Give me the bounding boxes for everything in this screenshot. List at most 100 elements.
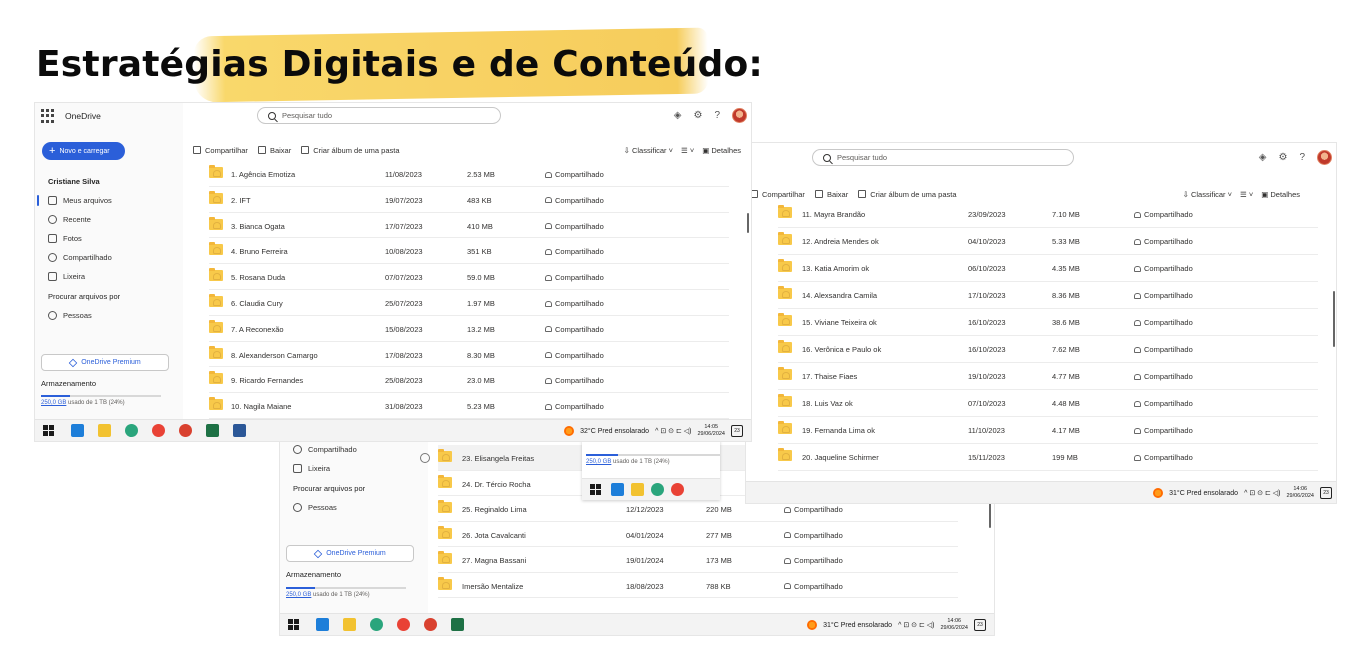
- table-row[interactable]: 5. Rosana Duda 07/07/2023 59.0 MB Compartil…: [209, 264, 729, 290]
- file-name[interactable]: 1. Agência Emotiza: [231, 170, 295, 179]
- download-button[interactable]: Baixar: [257, 146, 291, 155]
- table-row[interactable]: Imersão Mentalize 18/08/2023 788 KB Compart…: [438, 573, 958, 598]
- file-name[interactable]: 19. Fernanda Lima ok: [802, 426, 875, 435]
- file-name[interactable]: 17. Thaise Fiaes: [802, 372, 857, 381]
- nav-item-people[interactable]: Pessoas: [35, 306, 183, 325]
- file-name[interactable]: 4. Bruno Ferreira: [231, 247, 288, 256]
- weather-text[interactable]: 32°C Pred ensolarado: [580, 428, 649, 435]
- windows-start-icon[interactable]: [288, 619, 299, 630]
- table-row[interactable]: 26. Jota Cavalcanti 04/01/2024 277 MB Compa…: [438, 522, 958, 547]
- table-row[interactable]: 10. Nagila Maiane 31/08/2023 5.23 MB Compar…: [209, 393, 729, 419]
- notification-badge[interactable]: 23: [731, 425, 743, 437]
- row-select-checkbox[interactable]: [420, 453, 430, 463]
- premium-button[interactable]: OneDrive Premium: [41, 354, 169, 371]
- app-brand[interactable]: OneDrive: [65, 111, 101, 121]
- avatar[interactable]: [732, 108, 747, 123]
- clock[interactable]: 14:06 29/06/2024: [940, 618, 968, 632]
- diamond-icon[interactable]: ◈: [1259, 152, 1267, 163]
- storage-used-link[interactable]: 250,0 GB: [41, 400, 66, 406]
- file-name[interactable]: 14. Alexsandra Camila: [802, 291, 877, 300]
- file-name[interactable]: 25. Reginaldo Lima: [462, 505, 527, 514]
- table-row[interactable]: 19. Fernanda Lima ok 11/10/2023 4.17 MB Com…: [778, 417, 1318, 444]
- table-row[interactable]: 1. Agência Emotiza 11/08/2023 2.53 MB Compa…: [209, 161, 729, 187]
- file-name[interactable]: 15. Viviane Teixeira ok: [802, 318, 877, 327]
- notification-badge[interactable]: 23: [1320, 487, 1332, 499]
- file-name[interactable]: 2. IFT: [231, 196, 251, 205]
- excel-icon[interactable]: [451, 618, 464, 631]
- mail-icon[interactable]: [611, 483, 624, 496]
- table-row[interactable]: 3. Bianca Ogata 17/07/2023 410 MB Compartil…: [209, 213, 729, 239]
- table-row[interactable]: 16. Verônica e Paulo ok 16/10/2023 7.62 MB…: [778, 336, 1318, 363]
- nav-item-trash[interactable]: Lixeira: [280, 459, 428, 478]
- file-name[interactable]: 27. Magna Bassani: [462, 556, 526, 565]
- table-row[interactable]: 14. Alexsandra Camila 17/10/2023 8.36 MB Co…: [778, 282, 1318, 309]
- help-icon[interactable]: ?: [714, 110, 720, 121]
- search-input[interactable]: Pesquisar tudo: [257, 107, 501, 124]
- file-name[interactable]: 6. Claudia Cury: [231, 299, 283, 308]
- edge-icon[interactable]: [651, 483, 664, 496]
- chrome-profile-icon[interactable]: [424, 618, 437, 631]
- details-button[interactable]: ▣ Detalhes: [702, 146, 741, 155]
- file-name[interactable]: 3. Bianca Ogata: [231, 222, 285, 231]
- excel-icon[interactable]: [206, 424, 219, 437]
- word-icon[interactable]: [233, 424, 246, 437]
- app-launcher-icon[interactable]: [41, 109, 55, 123]
- file-name[interactable]: 24. Dr. Tércio Rocha: [462, 480, 531, 489]
- file-name[interactable]: Imersão Mentalize: [462, 582, 523, 591]
- nav-item-photos[interactable]: Fotos: [35, 229, 183, 248]
- nav-item-trash[interactable]: Lixeira: [35, 267, 183, 286]
- search-input[interactable]: Pesquisar tudo: [812, 149, 1074, 166]
- file-name[interactable]: 12. Andreia Mendes ok: [802, 237, 879, 246]
- clock[interactable]: 14:05 29/06/2024: [697, 424, 725, 438]
- table-row[interactable]: 7. A Reconexão 15/08/2023 13.2 MB Compartil…: [209, 316, 729, 342]
- file-name[interactable]: 13. Katia Amorim ok: [802, 264, 869, 273]
- storage-used-link[interactable]: 250,0 GB: [286, 592, 311, 598]
- file-name[interactable]: 7. A Reconexão: [231, 325, 284, 334]
- table-row[interactable]: 4. Bruno Ferreira 10/08/2023 351 KB Compart…: [209, 238, 729, 265]
- share-button[interactable]: Compartilhar: [750, 190, 805, 199]
- chrome-profile-icon[interactable]: [179, 424, 192, 437]
- edge-icon[interactable]: [370, 618, 383, 631]
- table-row[interactable]: 15. Viviane Teixeira ok 16/10/2023 38.6 MB…: [778, 309, 1318, 336]
- create-album-button[interactable]: Criar álbum de uma pasta: [301, 146, 400, 155]
- weather-text[interactable]: 31°C Pred ensolarado: [1169, 490, 1238, 497]
- tray-icons[interactable]: ^ ⊡ ⊙ ⊏ ◁): [1244, 489, 1280, 497]
- file-name[interactable]: 23. Elisangela Freitas: [462, 454, 534, 463]
- view-options-button[interactable]: ☰ ˅: [1240, 190, 1253, 199]
- file-explorer-icon[interactable]: [98, 424, 111, 437]
- chrome-icon[interactable]: [397, 618, 410, 631]
- file-explorer-icon[interactable]: [631, 483, 644, 496]
- table-row[interactable]: 18. Luis Vaz ok 07/10/2023 4.48 MB Comparti…: [778, 390, 1318, 417]
- nav-item-shared[interactable]: Compartilhado: [280, 440, 428, 459]
- mail-icon[interactable]: [316, 618, 329, 631]
- help-icon[interactable]: ?: [1299, 152, 1305, 163]
- chrome-icon[interactable]: [671, 483, 684, 496]
- file-name[interactable]: 18. Luis Vaz ok: [802, 399, 853, 408]
- tray-icons[interactable]: ^ ⊡ ⊙ ⊏ ◁): [655, 427, 691, 435]
- file-explorer-icon[interactable]: [343, 618, 356, 631]
- clock[interactable]: 14:06 29/06/2024: [1286, 486, 1314, 500]
- file-name[interactable]: 8. Alexanderson Camargo: [231, 351, 318, 360]
- table-row[interactable]: 13. Katia Amorim ok 06/10/2023 4.35 MB Comp…: [778, 255, 1318, 282]
- scrollbar[interactable]: [1333, 291, 1335, 347]
- table-row[interactable]: 17. Thaise Fiaes 19/10/2023 4.77 MB Compart…: [778, 363, 1318, 390]
- diamond-icon[interactable]: ◈: [674, 110, 682, 121]
- share-button[interactable]: Compartilhar: [193, 146, 248, 155]
- gear-icon[interactable]: ⚙: [1278, 152, 1287, 163]
- new-upload-button[interactable]: + Novo e carregar: [42, 142, 125, 160]
- file-name[interactable]: 9. Ricardo Fernandes: [231, 376, 303, 385]
- avatar[interactable]: [1317, 150, 1332, 165]
- sort-button[interactable]: ⇩ Classificar ˅: [1183, 190, 1232, 199]
- chrome-icon[interactable]: [152, 424, 165, 437]
- nav-item-recent[interactable]: Recente: [35, 210, 183, 229]
- file-name[interactable]: 20. Jaqueline Schirmer: [802, 453, 879, 462]
- table-row[interactable]: 11. Mayra Brandão 23/09/2023 7.10 MB Compar…: [778, 201, 1318, 228]
- gear-icon[interactable]: ⚙: [693, 110, 702, 121]
- file-name[interactable]: 5. Rosana Duda: [231, 273, 285, 282]
- download-button[interactable]: Baixar: [814, 190, 848, 199]
- table-row[interactable]: 27. Magna Bassani 19/01/2024 173 MB Compart…: [438, 547, 958, 573]
- sort-button[interactable]: ⇩ Classificar ˅: [624, 146, 673, 155]
- overlay-storage-link[interactable]: 250,0 GB: [586, 459, 611, 465]
- file-name[interactable]: 10. Nagila Maiane: [231, 402, 291, 411]
- windows-start-icon[interactable]: [590, 484, 601, 495]
